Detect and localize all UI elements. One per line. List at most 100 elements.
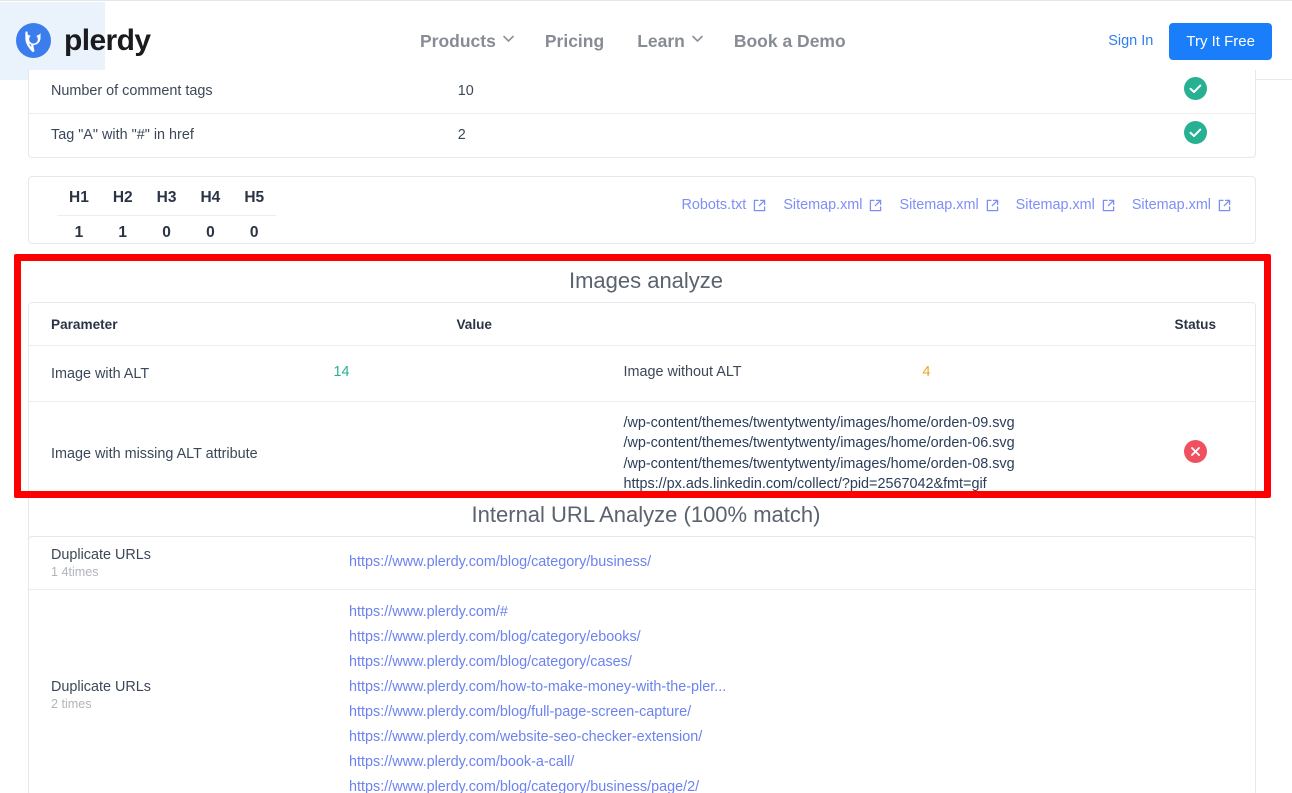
heading-count-h5: 0 xyxy=(232,216,276,255)
group-label-cell: Duplicate URLs 2 times xyxy=(29,589,349,793)
status-error-icon xyxy=(1184,440,1207,463)
list-item-link[interactable]: https://www.plerdy.com/blog/category/bus… xyxy=(349,550,1255,575)
col-status: Status xyxy=(1136,303,1255,346)
headings-table: H1 H2 H3 H4 H5 1 1 0 0 0 xyxy=(57,177,276,254)
nav-label: Pricing xyxy=(545,31,604,52)
nav-item-pricing[interactable]: Pricing xyxy=(545,31,604,52)
status-ok-icon xyxy=(1184,121,1207,144)
row-status xyxy=(1136,346,1255,402)
col-value: Value xyxy=(456,303,1135,346)
try-it-free-button[interactable]: Try It Free xyxy=(1169,23,1272,60)
list-item-link[interactable]: https://www.plerdy.com/how-to-make-money… xyxy=(349,675,1255,700)
list-item-link[interactable]: https://www.plerdy.com/blog/category/bus… xyxy=(349,775,1255,793)
external-link-icon xyxy=(753,199,766,212)
row-value-urls: /wp-content/themes/twentytwenty/images/h… xyxy=(456,402,1135,506)
sitemap-xml-link-2[interactable]: Sitemap.xml xyxy=(899,197,998,213)
brand-name: plerdy xyxy=(64,21,150,60)
group-urls-cell: https://www.plerdy.com/# https://www.ple… xyxy=(349,589,1255,793)
link-label: Sitemap.xml xyxy=(899,197,978,213)
external-link-icon xyxy=(1218,199,1231,212)
images-table-head: Parameter Value Status xyxy=(29,303,1255,346)
link-label: Sitemap.xml xyxy=(783,197,862,213)
col-parameter: Parameter xyxy=(29,303,456,346)
list-item: /wp-content/themes/twentytwenty/images/h… xyxy=(623,454,1135,475)
image-without-alt-count: 4 xyxy=(922,364,930,380)
nav-item-learn[interactable]: Learn xyxy=(637,31,701,52)
row-parameter: Tag "A" with "#" in href xyxy=(29,113,458,156)
row-value-group: 14 Image without ALT 4 xyxy=(456,346,1135,402)
group-title: Duplicate URLs xyxy=(51,679,349,695)
headings-count-row: 1 1 0 0 0 xyxy=(57,216,276,255)
row-parameter: Number of comment tags xyxy=(29,70,458,113)
group-label-cell: Duplicate URLs 1 4times xyxy=(29,537,349,589)
images-analyze-table: Parameter Value Status Image with ALT 14… xyxy=(29,303,1255,506)
list-item-link[interactable]: https://www.plerdy.com/blog/full-page-sc… xyxy=(349,700,1255,725)
link-label: Sitemap.xml xyxy=(1132,197,1211,213)
list-item: /wp-content/themes/twentytwenty/images/h… xyxy=(623,413,1135,434)
nav-label: Learn xyxy=(637,31,685,52)
row-parameter: Image with ALT xyxy=(29,346,456,402)
list-item-link[interactable]: https://www.plerdy.com/# xyxy=(349,600,1255,625)
plerdy-pin-logo-icon xyxy=(14,21,53,60)
table-row: Number of comment tags 10 xyxy=(29,70,1255,113)
resource-links: Robots.txt Sitemap.xml Sitemap.xml Sitem… xyxy=(682,197,1231,213)
list-item-link[interactable]: https://www.plerdy.com/website-seo-check… xyxy=(349,725,1255,750)
page-content: Number of comment tags 10 Tag "A" with "… xyxy=(0,80,1292,793)
nav-item-products[interactable]: Products xyxy=(420,31,512,52)
image-without-alt-label: Image without ALT xyxy=(623,364,741,380)
external-link-icon xyxy=(1102,199,1115,212)
group-subtitle: 2 times xyxy=(51,697,349,711)
nav-label: Products xyxy=(420,31,496,52)
table-row: Tag "A" with "#" in href 2 xyxy=(29,113,1255,156)
internal-url-analyze-title: Internal URL Analyze (100% match) xyxy=(0,502,1292,528)
heading-col-h2: H2 xyxy=(101,177,145,216)
sitemap-xml-link-1[interactable]: Sitemap.xml xyxy=(783,197,882,213)
row-status xyxy=(1135,113,1255,156)
row-value: 10 xyxy=(458,70,1136,113)
nav-item-book-a-demo[interactable]: Book a Demo xyxy=(734,31,846,52)
chevron-down-icon xyxy=(503,35,512,44)
status-ok-icon xyxy=(1184,77,1207,100)
sitemap-xml-link-4[interactable]: Sitemap.xml xyxy=(1132,197,1231,213)
main-nav: Products Pricing Learn Book a Demo xyxy=(420,1,846,81)
internal-url-table: Duplicate URLs 1 4times https://www.pler… xyxy=(29,537,1255,793)
heading-count-h3: 0 xyxy=(145,216,189,255)
page-analyze-table: Number of comment tags 10 Tag "A" with "… xyxy=(29,70,1255,156)
brand-logo[interactable]: plerdy xyxy=(14,21,150,60)
link-label: Robots.txt xyxy=(682,197,747,213)
sitemap-xml-link-3[interactable]: Sitemap.xml xyxy=(1016,197,1115,213)
table-row-image-with-alt: Image with ALT 14 Image without ALT 4 xyxy=(29,346,1255,402)
external-link-icon xyxy=(869,199,882,212)
row-parameter: Image with missing ALT attribute xyxy=(29,402,456,506)
table-row-duplicate-urls-2: Duplicate URLs 2 times https://www.plerd… xyxy=(29,589,1255,793)
heading-col-h4: H4 xyxy=(188,177,232,216)
group-urls-cell: https://www.plerdy.com/blog/category/bus… xyxy=(349,537,1255,589)
heading-count-h4: 0 xyxy=(188,216,232,255)
external-link-icon xyxy=(986,199,999,212)
heading-count-h2: 1 xyxy=(101,216,145,255)
images-analyze-title: Images analyze xyxy=(0,268,1292,294)
robots-txt-link[interactable]: Robots.txt xyxy=(682,197,767,213)
list-item-link[interactable]: https://www.plerdy.com/blog/category/cas… xyxy=(349,650,1255,675)
missing-alt-url-list: /wp-content/themes/twentytwenty/images/h… xyxy=(456,413,1135,495)
list-item-link[interactable]: https://www.plerdy.com/blog/category/ebo… xyxy=(349,625,1255,650)
list-item-link[interactable]: https://www.plerdy.com/book-a-call/ xyxy=(349,750,1255,775)
header-actions: Sign In Try It Free xyxy=(1108,1,1272,81)
internal-url-card: Duplicate URLs 1 4times https://www.pler… xyxy=(28,536,1256,793)
headings-header-row: H1 H2 H3 H4 H5 xyxy=(57,177,276,216)
heading-col-h1: H1 xyxy=(57,177,101,216)
list-item: /wp-content/themes/twentytwenty/images/h… xyxy=(623,433,1135,454)
headings-links-card: H1 H2 H3 H4 H5 1 1 0 0 0 Robots.txt xyxy=(28,176,1256,244)
heading-col-h3: H3 xyxy=(145,177,189,216)
table-row-duplicate-urls-1: Duplicate URLs 1 4times https://www.pler… xyxy=(29,537,1255,589)
sign-in-link[interactable]: Sign In xyxy=(1108,33,1153,49)
chevron-down-icon xyxy=(692,35,701,44)
row-status xyxy=(1135,70,1255,113)
nav-label: Book a Demo xyxy=(734,31,846,52)
group-title: Duplicate URLs xyxy=(51,547,349,563)
site-header: plerdy Products Pricing Learn Book a Dem… xyxy=(0,0,1292,80)
table-row-missing-alt: Image with missing ALT attribute /wp-con… xyxy=(29,402,1255,506)
row-value: 2 xyxy=(458,113,1136,156)
heading-count-h1: 1 xyxy=(57,216,101,255)
image-with-alt-count: 14 xyxy=(333,364,349,380)
